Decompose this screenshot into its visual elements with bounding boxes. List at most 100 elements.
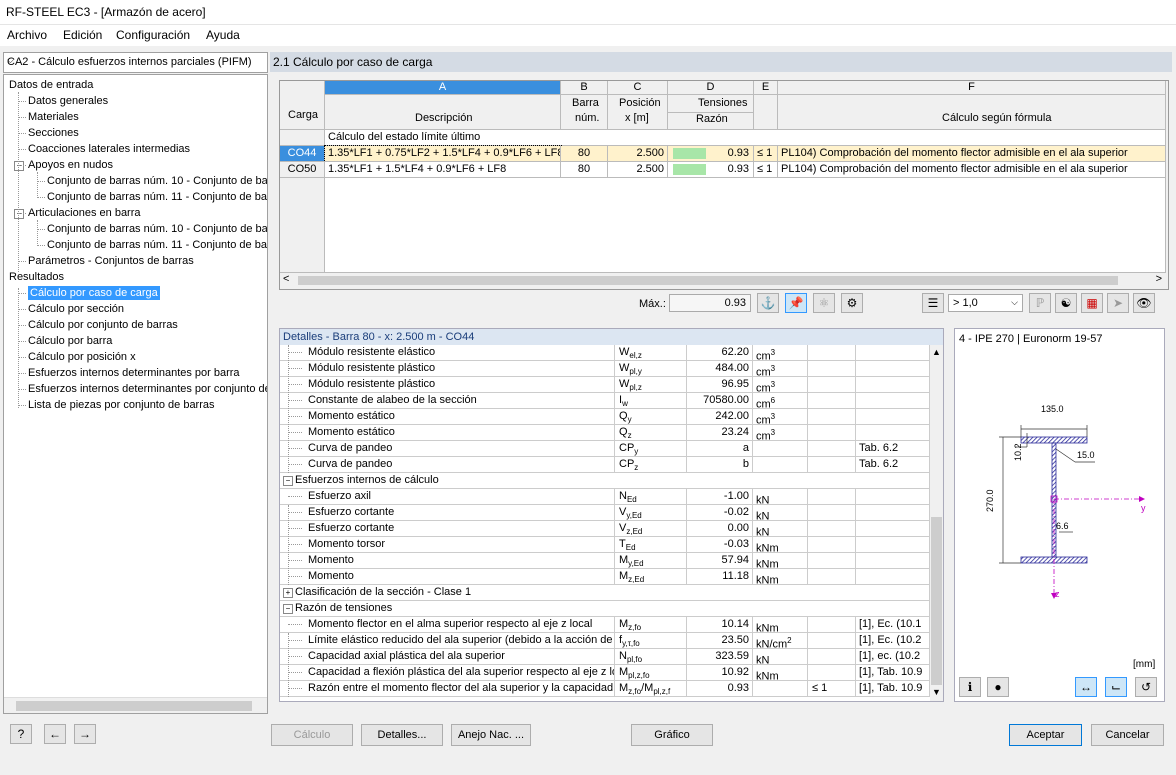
details-row[interactable]: Esfuerzo cortante Vy,Ed -0.02 kN bbox=[280, 505, 930, 521]
tree-item[interactable]: Esfuerzos internos determinantes por con… bbox=[28, 382, 267, 396]
tree-item[interactable]: Apoyos en nudos bbox=[28, 158, 113, 172]
axes-icon-button[interactable]: ⌙ bbox=[1105, 677, 1127, 697]
member-cell[interactable]: 80 bbox=[561, 162, 608, 178]
info-icon-button[interactable]: ℹ bbox=[959, 677, 981, 697]
tree-item[interactable]: Articulaciones en barra bbox=[28, 206, 141, 220]
details-row[interactable]: Módulo resistente plástico Wpl,y 484.00 cm3 bbox=[280, 361, 930, 377]
column-letter-b[interactable]: B bbox=[561, 81, 608, 95]
le-cell[interactable]: ≤ 1 bbox=[754, 162, 778, 178]
details-row[interactable]: Módulo resistente plástico Wpl,z 96.95 cm3 bbox=[280, 377, 930, 393]
tree-item[interactable]: Esfuerzos internos determinantes por bar… bbox=[28, 366, 240, 380]
details-row[interactable]: Límite elástico reducido del ala superio… bbox=[280, 633, 930, 649]
scrollbar-thumb[interactable] bbox=[298, 276, 1118, 285]
member-icon-button[interactable]: ⚛ bbox=[813, 293, 835, 313]
formula-cell[interactable]: PL104) Comprobación del momento flector … bbox=[778, 146, 1166, 162]
reset-view-icon-button[interactable]: ↺ bbox=[1135, 677, 1157, 697]
collapse-icon[interactable]: − bbox=[283, 476, 293, 486]
details-row[interactable]: Esfuerzo axil NEd -1.00 kN bbox=[280, 489, 930, 505]
scrollbar-thumb[interactable] bbox=[931, 517, 942, 685]
expand-icon[interactable]: + bbox=[283, 588, 293, 598]
import-icon-button[interactable]: ← bbox=[44, 724, 66, 744]
details-section-row[interactable]: + Clasificación de la sección - Clase 1 bbox=[280, 585, 930, 601]
export-icon-button[interactable]: → bbox=[74, 724, 96, 744]
tree-item[interactable]: Parámetros - Conjuntos de barras bbox=[28, 254, 194, 268]
position-cell[interactable]: 2.500 bbox=[608, 146, 668, 162]
colors-icon-button[interactable]: ☯ bbox=[1055, 293, 1077, 313]
scrollbar-thumb[interactable] bbox=[16, 701, 252, 711]
column-letter-a[interactable]: A bbox=[325, 81, 561, 95]
ratio-cell[interactable]: 0.93 bbox=[668, 146, 754, 162]
tree-item[interactable]: Cálculo por posición x bbox=[28, 350, 136, 364]
chevron-up-icon[interactable]: ▲ bbox=[932, 347, 941, 357]
details-row[interactable]: Constante de alabeo de la sección Iw 70580… bbox=[280, 393, 930, 409]
column-letter-d[interactable]: D bbox=[668, 81, 754, 95]
tree-item[interactable]: Secciones bbox=[28, 126, 79, 140]
details-row[interactable]: Momento estático Qy 242.00 cm3 bbox=[280, 409, 930, 425]
column-letter-c[interactable]: C bbox=[608, 81, 668, 95]
load-case-cell[interactable]: CO50 bbox=[280, 162, 325, 178]
column-letter-e[interactable]: E bbox=[754, 81, 778, 95]
grid-scrollbar[interactable]: < > bbox=[280, 273, 1166, 288]
tree-item[interactable]: Cálculo por barra bbox=[28, 334, 112, 348]
graphic-button[interactable]: Gráfico bbox=[631, 724, 713, 746]
details-row[interactable]: Momento Mz,Ed 11.18 kNm bbox=[280, 569, 930, 585]
filter-icon-button[interactable]: ⚓ bbox=[757, 293, 779, 313]
accept-button[interactable]: Aceptar bbox=[1009, 724, 1082, 746]
details-row[interactable]: Capacidad a flexión plástica del ala sup… bbox=[280, 665, 930, 681]
dimensions-icon-button[interactable]: ↔ bbox=[1075, 677, 1097, 697]
details-row[interactable]: Curva de pandeo CPz b Tab. 6.2 bbox=[280, 457, 930, 473]
pin-icon-button[interactable]: 📌 bbox=[785, 293, 807, 313]
cancel-button[interactable]: Cancelar bbox=[1091, 724, 1164, 746]
view-eye-icon-button[interactable]: 👁 bbox=[1133, 293, 1155, 313]
help-icon-button[interactable]: ? bbox=[10, 724, 32, 744]
description-cell[interactable]: 1.35*LF1 + 0.75*LF2 + 1.5*LF4 + 0.9*LF6 … bbox=[324, 145, 562, 163]
tree-scrollbar[interactable] bbox=[4, 697, 267, 713]
details-row[interactable]: Capacidad axial plástica del ala superio… bbox=[280, 649, 930, 665]
details-row[interactable]: Razón entre el momento flector del ala s… bbox=[280, 681, 930, 697]
tree-item[interactable]: Conjunto de barras núm. 10 - Conjunto de… bbox=[47, 174, 267, 188]
column-letter-f[interactable]: F bbox=[778, 81, 1166, 95]
filter-dropdown[interactable]: > 1,0 ⌵ bbox=[948, 294, 1023, 312]
tree-item[interactable]: Conjunto de barras núm. 11 - Conjunto de… bbox=[47, 190, 267, 204]
tree-item[interactable]: Coacciones laterales intermedias bbox=[28, 142, 190, 156]
formula-cell[interactable]: PL104) Comprobación del momento flector … bbox=[778, 162, 1166, 178]
expand-toggle-icon[interactable]: − bbox=[14, 161, 24, 171]
details-row[interactable]: Momento flector en el alma superior resp… bbox=[280, 617, 930, 633]
expand-toggle-icon[interactable]: − bbox=[14, 209, 24, 219]
details-row[interactable]: Curva de pandeo CPy a Tab. 6.2 bbox=[280, 441, 930, 457]
details-row[interactable]: Momento estático Qz 23.24 cm3 bbox=[280, 425, 930, 441]
tree-item[interactable]: Resultados bbox=[9, 270, 64, 284]
export-excel-icon-button[interactable]: ▦ bbox=[1081, 293, 1103, 313]
details-row[interactable]: Módulo resistente elástico Wel,z 62.20 cm3 bbox=[280, 345, 930, 361]
member-cell[interactable]: 80 bbox=[561, 146, 608, 162]
tree-item[interactable]: Conjunto de barras núm. 11 - Conjunto de… bbox=[47, 238, 267, 252]
ratio-cell[interactable]: 0.93 bbox=[668, 162, 754, 178]
chevron-down-icon[interactable]: ▼ bbox=[932, 687, 941, 697]
tree-item[interactable]: Cálculo por sección bbox=[28, 302, 124, 316]
load-case-cell[interactable]: CO44 bbox=[280, 146, 325, 162]
menu-archivo[interactable]: Archivo bbox=[7, 28, 47, 42]
tree-item[interactable]: Conjunto de barras núm. 10 - Conjunto de… bbox=[47, 222, 267, 236]
details-button[interactable]: Detalles... bbox=[361, 724, 443, 746]
tree-item[interactable]: Datos de entrada bbox=[9, 78, 93, 92]
chevron-right-icon[interactable]: > bbox=[1156, 273, 1162, 285]
menu-ayuda[interactable]: Ayuda bbox=[206, 28, 240, 42]
details-section-row[interactable]: − Esfuerzos internos de cálculo bbox=[280, 473, 930, 489]
chevron-left-icon[interactable]: < bbox=[283, 273, 289, 285]
position-cell[interactable]: 2.500 bbox=[608, 162, 668, 178]
tree-item[interactable]: Lista de piezas por conjunto de barras bbox=[28, 398, 215, 412]
details-row[interactable]: Momento torsor TEd -0.03 kNm bbox=[280, 537, 930, 553]
stress-icon-button[interactable]: ● bbox=[987, 677, 1009, 697]
visibility-icon-button[interactable]: ⚙ bbox=[841, 293, 863, 313]
le-cell[interactable]: ≤ 1 bbox=[754, 146, 778, 162]
details-row[interactable]: Esfuerzo cortante Vz,Ed 0.00 kN bbox=[280, 521, 930, 537]
details-row[interactable]: Momento My,Ed 57.94 kNm bbox=[280, 553, 930, 569]
select-icon-button[interactable]: ➤ bbox=[1107, 293, 1129, 313]
case-selector[interactable]: CA2 - Cálculo esfuerzos internos parcial… bbox=[3, 52, 268, 73]
details-section-row[interactable]: − Razón de tensiones bbox=[280, 601, 930, 617]
menu-edicion[interactable]: Edición bbox=[63, 28, 102, 42]
collapse-icon[interactable]: − bbox=[283, 604, 293, 614]
tree-item[interactable]: Cálculo por conjunto de barras bbox=[28, 318, 178, 332]
calc-button[interactable]: Cálculo bbox=[271, 724, 353, 746]
tree-item[interactable]: Datos generales bbox=[28, 94, 108, 108]
